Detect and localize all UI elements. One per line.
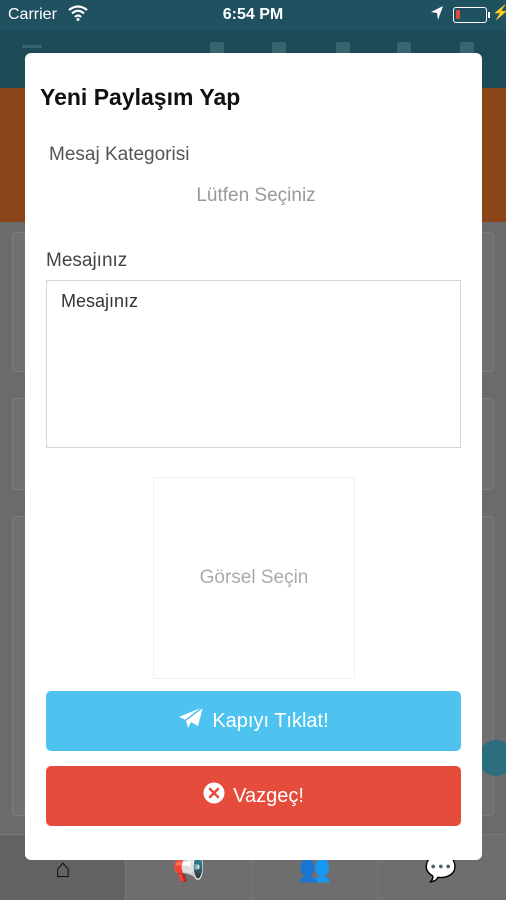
cancel-button-label: Vazgeç! [233,784,304,807]
charging-icon: ⚡ [492,4,506,20]
send-icon [178,706,212,736]
battery-level [456,10,460,19]
location-icon [430,5,444,26]
new-post-modal: Yeni Paylaşım Yap Mesaj Kategorisi Lütfe… [25,53,482,860]
message-input[interactable] [46,280,461,448]
category-label: Mesaj Kategorisi [49,144,190,165]
submit-button[interactable]: Kapıyı Tıklat! [46,691,461,751]
menu-icon [22,45,42,48]
cancel-button[interactable]: Vazgeç! [46,766,461,826]
image-picker[interactable]: Görsel Seçin [153,477,355,679]
background-fab [478,740,506,776]
battery-tip [488,12,490,18]
category-select[interactable]: Lütfen Seçiniz [49,178,463,214]
modal-title: Yeni Paylaşım Yap [40,84,241,110]
battery-icon [453,7,487,23]
close-circle-icon [203,782,233,810]
message-label: Mesajınız [46,250,128,271]
submit-button-label: Kapıyı Tıklat! [212,709,329,732]
status-bar: Carrier 6:54 PM ⚡ [0,0,506,30]
